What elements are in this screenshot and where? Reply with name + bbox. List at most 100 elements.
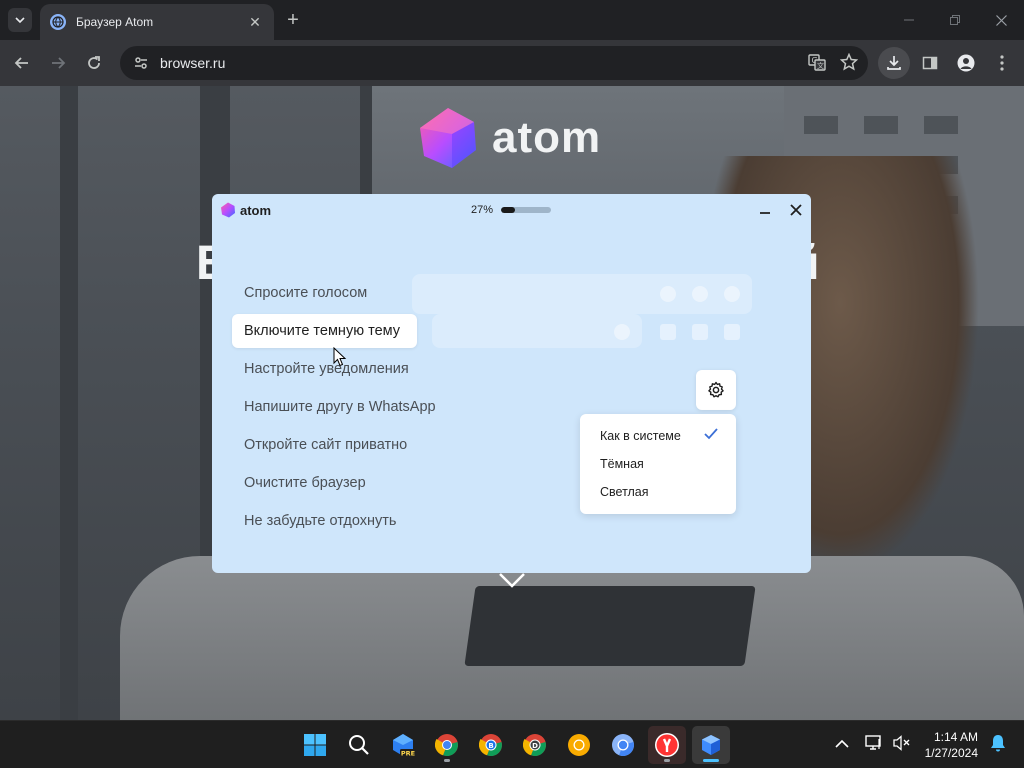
chrome-icon: [435, 734, 458, 757]
site-logo-text: atom: [492, 113, 602, 162]
settings-button[interactable]: [696, 370, 736, 410]
taskbar-atom-browser[interactable]: [692, 726, 730, 764]
svg-text:D: D: [532, 742, 538, 750]
minimize-icon: [760, 212, 770, 214]
downloads-button[interactable]: [878, 47, 910, 79]
checkmark-icon: [704, 424, 718, 448]
taskbar-chromium[interactable]: [604, 726, 642, 764]
arrow-left-icon: [14, 57, 28, 69]
side-panel-icon: [922, 56, 938, 70]
volume-muted-icon[interactable]: [892, 734, 911, 756]
atom-logo-icon: [221, 202, 235, 218]
tab-strip: Браузер Atom ✕ +: [0, 0, 1024, 40]
clock-time: 1:14 AM: [933, 730, 978, 744]
restore-window-button[interactable]: [932, 0, 978, 40]
minimize-window-button[interactable]: [886, 0, 932, 40]
forward-button[interactable]: [46, 51, 70, 75]
close-icon: [790, 204, 802, 216]
svg-text:PRE: PRE: [401, 750, 415, 758]
tab-search-button[interactable]: [8, 8, 32, 32]
reload-button[interactable]: [82, 51, 106, 75]
taskbar-search-button[interactable]: [340, 726, 378, 764]
gear-icon: [708, 381, 724, 398]
reload-icon: [88, 56, 100, 69]
edge-dev-icon: PRE: [393, 734, 416, 758]
menu-button[interactable]: [990, 51, 1014, 75]
start-icon: [304, 734, 326, 756]
notification-bell-icon[interactable]: [990, 734, 1006, 757]
tip-clear-browser[interactable]: Очистите браузер: [232, 468, 448, 506]
theme-option-label: Светлая: [600, 485, 649, 499]
system-clock[interactable]: 1:14 AM 1/27/2024: [925, 729, 978, 761]
chevron-down-icon: [15, 17, 25, 24]
globe-icon: [50, 14, 66, 30]
taskbar-edge-preview[interactable]: PRE: [384, 726, 422, 764]
progress-track: [501, 207, 552, 213]
system-tray: 1:14 AM 1/27/2024: [835, 721, 1024, 768]
taskbar-yandex-browser[interactable]: [648, 726, 686, 764]
tips-list: Спросите голосом Включите темную тему На…: [232, 278, 448, 544]
popup-minimize-button[interactable]: [756, 202, 774, 220]
taskbar-chrome-canary[interactable]: [560, 726, 598, 764]
theme-option-dark[interactable]: Тёмная: [580, 452, 736, 480]
chrome-beta-icon: B: [479, 734, 502, 757]
decorative-bar: [432, 314, 642, 348]
site-logo: atom: [416, 106, 601, 170]
tip-dark-theme[interactable]: Включите темную тему: [232, 314, 417, 348]
chrome-dev-icon: D: [523, 734, 546, 757]
tip-rest[interactable]: Не забудьте отдохнуть: [232, 506, 448, 544]
onboarding-popup: atom 27% Спросите голосом Включите темну…: [212, 194, 811, 573]
tab-title: Браузер Atom: [76, 15, 154, 29]
network-icon[interactable]: [864, 734, 883, 756]
tip-whatsapp[interactable]: Напишите другу в WhatsApp: [232, 392, 448, 430]
url-text: browser.ru: [160, 55, 226, 71]
page-viewport: Б й atom atom 27%: [0, 86, 1024, 720]
taskbar-chrome[interactable]: [428, 726, 466, 764]
profile-icon: [957, 54, 975, 72]
progress-label: 27%: [471, 204, 494, 216]
window-controls: [886, 0, 1024, 40]
side-panel-button[interactable]: [918, 51, 942, 75]
theme-option-label: Как в системе: [600, 429, 681, 443]
yandex-icon: [655, 733, 679, 757]
tab-close-icon[interactable]: ✕: [246, 14, 264, 31]
restore-icon: [950, 15, 960, 25]
new-tab-button[interactable]: +: [282, 9, 304, 31]
theme-option-label: Тёмная: [600, 457, 644, 471]
tip-voice-search[interactable]: Спросите голосом: [232, 278, 448, 316]
start-button[interactable]: [296, 726, 334, 764]
theme-dropdown: Как в системе Тёмная Светлая: [580, 414, 736, 514]
taskbar-chrome-beta[interactable]: B: [472, 726, 510, 764]
tip-private-site[interactable]: Откройте сайт приватно: [232, 430, 448, 468]
scroll-down-icon[interactable]: [498, 572, 526, 593]
tab-browser-atom[interactable]: Браузер Atom ✕: [40, 4, 274, 40]
clock-date: 1/27/2024: [924, 746, 978, 760]
popup-close-button[interactable]: [786, 200, 806, 220]
back-button[interactable]: [10, 51, 34, 75]
theme-option-system[interactable]: Как в системе: [580, 424, 736, 452]
atom-browser-icon: [702, 735, 720, 755]
taskbar-chrome-dev[interactable]: D: [516, 726, 554, 764]
mouse-cursor-icon: [333, 346, 347, 372]
theme-option-light[interactable]: Светлая: [580, 480, 736, 508]
popup-header: atom 27%: [212, 194, 811, 228]
close-window-button[interactable]: [978, 0, 1024, 40]
progress-indicator: 27%: [471, 204, 552, 216]
translate-icon[interactable]: G文: [808, 53, 826, 76]
bookmark-star-icon[interactable]: [839, 52, 859, 76]
progress-fill: [501, 207, 515, 213]
svg-text:B: B: [488, 742, 493, 750]
profile-button[interactable]: [954, 51, 978, 75]
chevron-up-icon[interactable]: [835, 736, 849, 754]
svg-text:文: 文: [817, 61, 824, 70]
chromium-icon: [612, 734, 634, 757]
taskbar: PRE B D 1:14 AM 1/27/2024: [0, 720, 1024, 768]
download-icon: [887, 56, 901, 70]
address-bar[interactable]: browser.ru G文: [120, 46, 868, 80]
chrome-canary-icon: [568, 734, 590, 756]
popup-logo: atom: [220, 202, 271, 218]
close-icon: [995, 14, 1007, 26]
site-settings-icon[interactable]: [132, 54, 150, 72]
minimize-icon: [904, 19, 914, 21]
background-laptop: [464, 586, 756, 666]
